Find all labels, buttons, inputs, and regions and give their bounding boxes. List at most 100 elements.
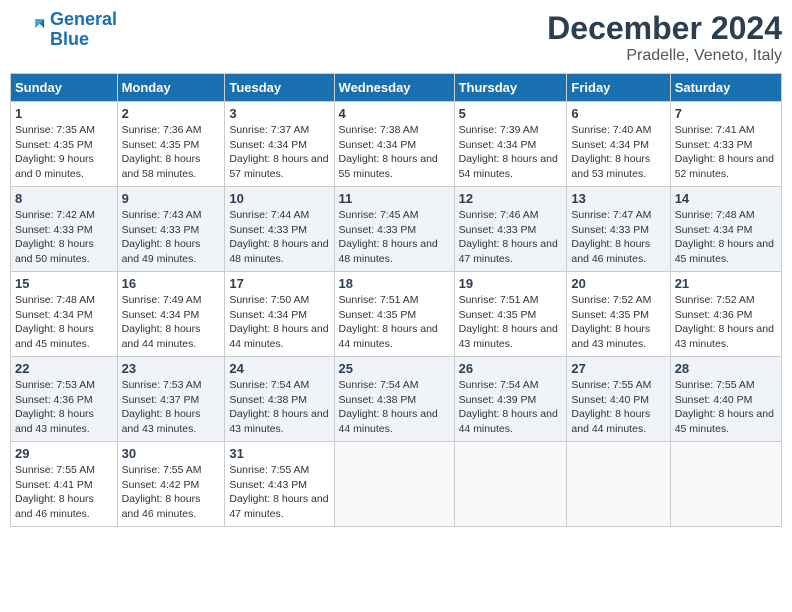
logo-icon (10, 12, 46, 48)
calendar-cell (334, 442, 454, 527)
day-number: 21 (675, 276, 777, 291)
day-number: 15 (15, 276, 113, 291)
calendar-cell (567, 442, 670, 527)
header-friday: Friday (567, 74, 670, 102)
calendar-cell: 9 Sunrise: 7:43 AMSunset: 4:33 PMDayligh… (117, 187, 225, 272)
day-number: 7 (675, 106, 777, 121)
day-info: Sunrise: 7:39 AMSunset: 4:34 PMDaylight:… (459, 123, 563, 182)
day-number: 22 (15, 361, 113, 376)
calendar-cell: 8 Sunrise: 7:42 AMSunset: 4:33 PMDayligh… (11, 187, 118, 272)
day-info: Sunrise: 7:53 AMSunset: 4:37 PMDaylight:… (122, 378, 221, 437)
calendar-cell: 30 Sunrise: 7:55 AMSunset: 4:42 PMDaylig… (117, 442, 225, 527)
day-info: Sunrise: 7:55 AMSunset: 4:42 PMDaylight:… (122, 463, 221, 522)
day-info: Sunrise: 7:54 AMSunset: 4:38 PMDaylight:… (339, 378, 450, 437)
day-info: Sunrise: 7:38 AMSunset: 4:34 PMDaylight:… (339, 123, 450, 182)
day-info: Sunrise: 7:50 AMSunset: 4:34 PMDaylight:… (229, 293, 329, 352)
day-number: 19 (459, 276, 563, 291)
day-number: 3 (229, 106, 329, 121)
calendar-week-row: 22 Sunrise: 7:53 AMSunset: 4:36 PMDaylig… (11, 357, 782, 442)
day-number: 5 (459, 106, 563, 121)
day-info: Sunrise: 7:42 AMSunset: 4:33 PMDaylight:… (15, 208, 113, 267)
day-info: Sunrise: 7:53 AMSunset: 4:36 PMDaylight:… (15, 378, 113, 437)
day-info: Sunrise: 7:41 AMSunset: 4:33 PMDaylight:… (675, 123, 777, 182)
calendar-cell: 24 Sunrise: 7:54 AMSunset: 4:38 PMDaylig… (225, 357, 334, 442)
day-number: 13 (571, 191, 665, 206)
calendar-week-row: 29 Sunrise: 7:55 AMSunset: 4:41 PMDaylig… (11, 442, 782, 527)
day-number: 25 (339, 361, 450, 376)
day-number: 16 (122, 276, 221, 291)
calendar-cell: 27 Sunrise: 7:55 AMSunset: 4:40 PMDaylig… (567, 357, 670, 442)
header-monday: Monday (117, 74, 225, 102)
day-info: Sunrise: 7:40 AMSunset: 4:34 PMDaylight:… (571, 123, 665, 182)
day-info: Sunrise: 7:36 AMSunset: 4:35 PMDaylight:… (122, 123, 221, 182)
calendar-cell: 29 Sunrise: 7:55 AMSunset: 4:41 PMDaylig… (11, 442, 118, 527)
calendar-cell: 31 Sunrise: 7:55 AMSunset: 4:43 PMDaylig… (225, 442, 334, 527)
location-title: Pradelle, Veneto, Italy (547, 47, 782, 65)
day-number: 4 (339, 106, 450, 121)
day-number: 10 (229, 191, 329, 206)
day-info: Sunrise: 7:48 AMSunset: 4:34 PMDaylight:… (15, 293, 113, 352)
calendar-cell: 4 Sunrise: 7:38 AMSunset: 4:34 PMDayligh… (334, 102, 454, 187)
day-number: 11 (339, 191, 450, 206)
day-info: Sunrise: 7:54 AMSunset: 4:38 PMDaylight:… (229, 378, 329, 437)
day-number: 6 (571, 106, 665, 121)
calendar-week-row: 1 Sunrise: 7:35 AMSunset: 4:35 PMDayligh… (11, 102, 782, 187)
calendar-cell: 20 Sunrise: 7:52 AMSunset: 4:35 PMDaylig… (567, 272, 670, 357)
calendar-cell: 2 Sunrise: 7:36 AMSunset: 4:35 PMDayligh… (117, 102, 225, 187)
day-info: Sunrise: 7:52 AMSunset: 4:35 PMDaylight:… (571, 293, 665, 352)
day-number: 18 (339, 276, 450, 291)
day-info: Sunrise: 7:51 AMSunset: 4:35 PMDaylight:… (459, 293, 563, 352)
calendar-cell: 14 Sunrise: 7:48 AMSunset: 4:34 PMDaylig… (670, 187, 781, 272)
day-number: 20 (571, 276, 665, 291)
day-info: Sunrise: 7:48 AMSunset: 4:34 PMDaylight:… (675, 208, 777, 267)
calendar-cell: 23 Sunrise: 7:53 AMSunset: 4:37 PMDaylig… (117, 357, 225, 442)
day-info: Sunrise: 7:55 AMSunset: 4:41 PMDaylight:… (15, 463, 113, 522)
calendar-cell: 6 Sunrise: 7:40 AMSunset: 4:34 PMDayligh… (567, 102, 670, 187)
calendar-cell: 17 Sunrise: 7:50 AMSunset: 4:34 PMDaylig… (225, 272, 334, 357)
day-info: Sunrise: 7:43 AMSunset: 4:33 PMDaylight:… (122, 208, 221, 267)
calendar-cell: 19 Sunrise: 7:51 AMSunset: 4:35 PMDaylig… (454, 272, 567, 357)
day-info: Sunrise: 7:35 AMSunset: 4:35 PMDaylight:… (15, 123, 113, 182)
month-title: December 2024 (547, 10, 782, 47)
day-number: 28 (675, 361, 777, 376)
day-info: Sunrise: 7:47 AMSunset: 4:33 PMDaylight:… (571, 208, 665, 267)
calendar-table: SundayMondayTuesdayWednesdayThursdayFrid… (10, 73, 782, 527)
calendar-cell: 21 Sunrise: 7:52 AMSunset: 4:36 PMDaylig… (670, 272, 781, 357)
day-number: 14 (675, 191, 777, 206)
day-number: 27 (571, 361, 665, 376)
day-info: Sunrise: 7:55 AMSunset: 4:40 PMDaylight:… (571, 378, 665, 437)
day-info: Sunrise: 7:37 AMSunset: 4:34 PMDaylight:… (229, 123, 329, 182)
day-info: Sunrise: 7:52 AMSunset: 4:36 PMDaylight:… (675, 293, 777, 352)
day-info: Sunrise: 7:44 AMSunset: 4:33 PMDaylight:… (229, 208, 329, 267)
calendar-cell: 18 Sunrise: 7:51 AMSunset: 4:35 PMDaylig… (334, 272, 454, 357)
day-number: 9 (122, 191, 221, 206)
calendar-cell: 16 Sunrise: 7:49 AMSunset: 4:34 PMDaylig… (117, 272, 225, 357)
header-tuesday: Tuesday (225, 74, 334, 102)
day-info: Sunrise: 7:55 AMSunset: 4:40 PMDaylight:… (675, 378, 777, 437)
calendar-cell (670, 442, 781, 527)
day-number: 29 (15, 446, 113, 461)
calendar-cell: 1 Sunrise: 7:35 AMSunset: 4:35 PMDayligh… (11, 102, 118, 187)
day-number: 30 (122, 446, 221, 461)
calendar-cell: 5 Sunrise: 7:39 AMSunset: 4:34 PMDayligh… (454, 102, 567, 187)
header-saturday: Saturday (670, 74, 781, 102)
day-number: 23 (122, 361, 221, 376)
day-info: Sunrise: 7:45 AMSunset: 4:33 PMDaylight:… (339, 208, 450, 267)
day-number: 26 (459, 361, 563, 376)
logo: General Blue (10, 10, 117, 50)
calendar-cell: 11 Sunrise: 7:45 AMSunset: 4:33 PMDaylig… (334, 187, 454, 272)
day-info: Sunrise: 7:46 AMSunset: 4:33 PMDaylight:… (459, 208, 563, 267)
day-number: 1 (15, 106, 113, 121)
logo-text: General Blue (50, 10, 117, 50)
day-number: 24 (229, 361, 329, 376)
header-sunday: Sunday (11, 74, 118, 102)
day-number: 17 (229, 276, 329, 291)
day-info: Sunrise: 7:55 AMSunset: 4:43 PMDaylight:… (229, 463, 329, 522)
calendar-cell: 15 Sunrise: 7:48 AMSunset: 4:34 PMDaylig… (11, 272, 118, 357)
calendar-cell: 7 Sunrise: 7:41 AMSunset: 4:33 PMDayligh… (670, 102, 781, 187)
day-number: 2 (122, 106, 221, 121)
calendar-week-row: 8 Sunrise: 7:42 AMSunset: 4:33 PMDayligh… (11, 187, 782, 272)
calendar-header-row: SundayMondayTuesdayWednesdayThursdayFrid… (11, 74, 782, 102)
day-info: Sunrise: 7:49 AMSunset: 4:34 PMDaylight:… (122, 293, 221, 352)
calendar-cell: 10 Sunrise: 7:44 AMSunset: 4:33 PMDaylig… (225, 187, 334, 272)
